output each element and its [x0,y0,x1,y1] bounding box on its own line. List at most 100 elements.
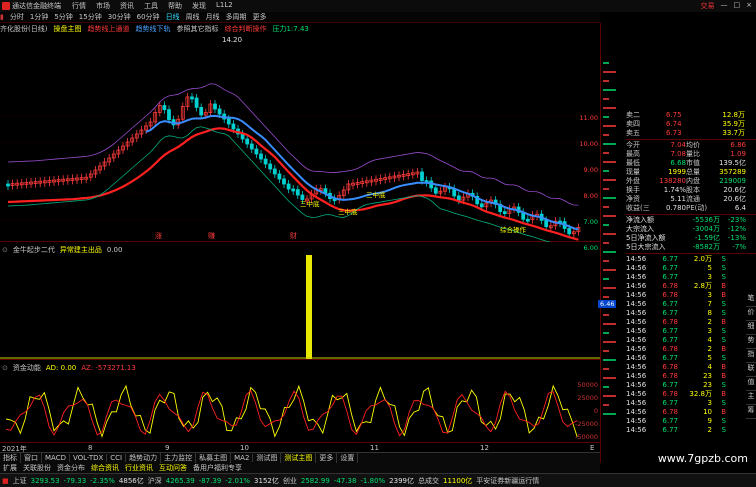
status-item: -2.01% [225,476,251,485]
indicator-panel-jinniu[interactable]: ⊙ 金牛起步二代 异常建主出品 0.00 [0,243,600,360]
tick-side: B [721,291,726,299]
period-lock-icon[interactable]: ▮ [0,13,4,21]
info-tab[interactable]: 互动问答 [156,463,190,473]
tick-side: S [721,399,726,407]
tick-volume: 8 [707,309,712,317]
info-tab[interactable]: 关联股份 [20,463,54,473]
quote-row: 14:56 6.78 10 B [626,408,756,417]
tick-time: 14:56 [626,282,647,290]
tick-price: 6.78 [662,363,678,371]
quote-side-tab[interactable]: 主 [746,391,756,405]
quote-side-tab[interactable]: 笔 [746,293,756,307]
period-tab[interactable]: 分时 [10,12,24,22]
stat-value: 138280 [659,177,686,185]
tick-volume: 5 [707,264,712,272]
tick-price: 6.77 [662,399,678,407]
candle-body [217,108,222,115]
info-tab[interactable]: 资金分布 [54,463,88,473]
minimize-icon[interactable]: — [721,1,728,11]
trade-button[interactable]: 交易 [701,1,715,11]
period-tab[interactable]: 15分钟 [79,12,102,22]
quote-side-tab[interactable]: 价 [746,307,756,321]
support-line [7,126,551,242]
indicator-tab[interactable]: CCI [107,454,127,462]
indicator-tab[interactable]: MA2 [231,454,254,462]
quote-row: 14:56 6.77 8 S [626,309,756,318]
menu-item[interactable]: 发现 [192,1,206,11]
period-tab[interactable]: 更多 [253,12,267,22]
indicator-tab[interactable]: 设置 [337,453,359,463]
price-chart-panel[interactable]: 14.20 三中底 三中底 三中底 综合操作涨赚财 11.00 10.00 9.00 8.00… [0,34,600,252]
indicator-tab[interactable]: 测试图 [253,453,282,463]
indicator-tab[interactable]: 指标 [0,453,21,463]
status-item: 3293.53 [30,476,60,485]
info-tab[interactable]: 扩展 [0,463,20,473]
indicator-tab[interactable]: 窗口 [21,453,42,463]
candle-body [245,138,250,145]
period-tab[interactable]: 5分钟 [54,12,72,22]
quote-side-tab[interactable]: 细 [746,321,756,335]
tick-side: S [721,255,726,263]
quote-side-tab[interactable]: 联 [746,363,756,377]
quote-row: 14:56 6.77 5 S [626,264,756,273]
tick-volume: 2 [707,345,712,353]
stat-key: 流通 [686,195,700,203]
date-tick: 10 [240,444,249,452]
candlestick-chart[interactable]: 14.20三中底三中底三中底综合操作涨赚财 [0,34,600,242]
period-tab[interactable]: 60分钟 [137,12,160,22]
quote-row: 最高 7.08 量比 1.09 [626,150,756,159]
tick-side: B [721,318,726,326]
tick-volume: 4 [707,336,712,344]
quote-side-tab[interactable]: 筹 [746,405,756,419]
maximize-icon[interactable]: □ [734,1,741,11]
info-tab[interactable]: 行业资讯 [122,463,156,473]
candle-body [295,189,300,196]
candle-body [277,173,282,180]
indicator-tab[interactable]: 趋势动力 [126,453,162,463]
signal-annotation: 综合操作 [500,225,527,234]
stat-key: 总量 [686,168,700,176]
quote-side-tab[interactable]: 势 [746,335,756,349]
menu-item[interactable]: 资讯 [120,1,134,11]
menu-item[interactable]: 市场 [96,1,110,11]
menu-item[interactable]: 工具 [144,1,158,11]
candle-body [263,158,268,165]
status-item: 2399亿 [389,476,414,485]
candle-body [456,195,461,201]
quote-side-tab[interactable]: 值 [746,377,756,391]
indicator-panel-capital[interactable]: ⊙ 资金动能 AD: 0.00 AZ: -573271.13 50000 25000… [0,361,600,443]
indicator-tab[interactable]: 更多 [316,453,338,463]
menu-item[interactable]: 行情 [72,1,86,11]
info-tab[interactable]: 综合资讯 [88,463,122,473]
close-icon[interactable]: × [746,1,752,11]
tick-price: 6.77 [662,381,678,389]
quote-side-tab[interactable]: 指 [746,349,756,363]
indicator-tab[interactable]: 主力监控 [161,453,197,463]
indicator-tab[interactable]: MACD [42,454,70,462]
quote-divider [626,139,756,140]
info-tab[interactable]: 备用户福利专享 [190,463,245,473]
candle-body [254,148,259,155]
period-tab[interactable]: 月线 [206,12,220,22]
capital-axis: 50000 25000 0 -25000 -50000 [564,369,598,441]
period-tab[interactable]: 周线 [186,12,200,22]
menu-item[interactable]: 帮助 [168,1,182,11]
period-tab[interactable]: 1分钟 [30,12,48,22]
indicator-tab[interactable]: 私募主图 [196,453,232,463]
candle-body [433,187,438,194]
window-title: 通达信金融终端 [12,2,61,10]
tick-side: S [721,426,726,434]
tick-volume: 5 [707,354,712,362]
stat-value: 139.5亿 [718,159,746,167]
tick-volume: 3 [707,327,712,335]
period-tab[interactable]: 日线 [166,12,180,22]
indicator-tab[interactable]: VOL-TDX [70,454,108,462]
period-tab[interactable]: 30分钟 [108,12,131,22]
period-tab[interactable]: 多周期 [226,12,247,22]
tick-side: S [721,300,726,308]
menu-item[interactable]: L1L2 [216,1,233,11]
indicator-tab[interactable]: 测试主图 [281,453,317,463]
quote-row: 14:56 6.77 23 S [626,381,756,390]
ad-line [5,384,578,438]
tick-price: 6.77 [662,336,678,344]
